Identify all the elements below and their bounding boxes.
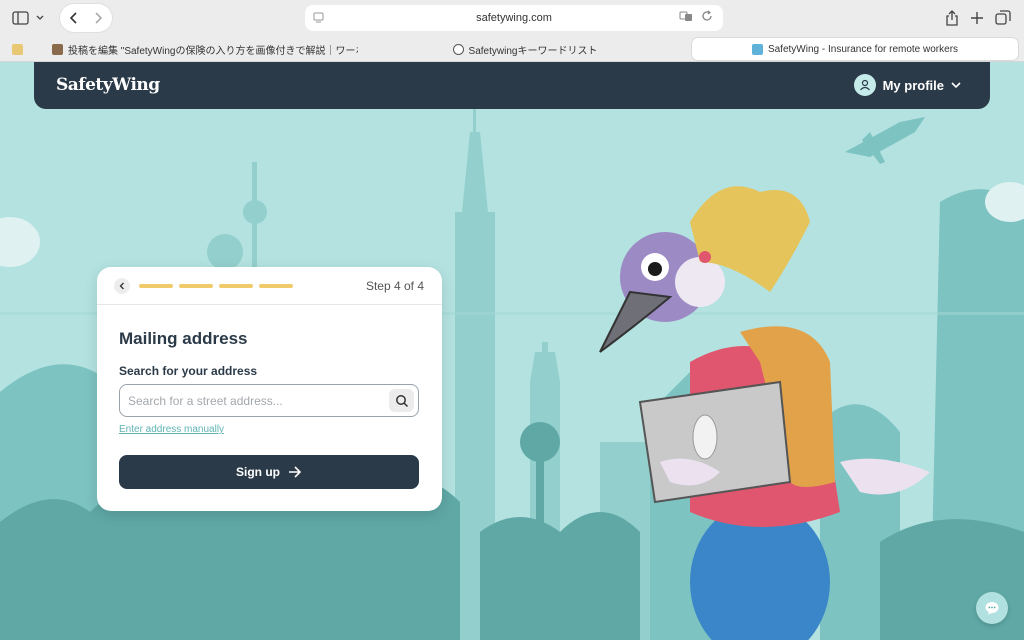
user-avatar-icon (853, 74, 876, 96)
nav-buttons (60, 4, 112, 32)
search-address-label: Search for your address (119, 364, 258, 378)
plus-icon (971, 12, 983, 24)
search-icon (395, 394, 408, 407)
openai-favicon-icon (452, 43, 464, 55)
progress-step-3 (219, 284, 253, 288)
sign-up-button[interactable]: Sign up (119, 455, 419, 489)
arrow-right-icon (289, 466, 302, 478)
address-search-input[interactable] (128, 392, 383, 410)
tab-bar: 投稿を編集 "SafetyWingの保険の入り方を画像付きで解説｜ワーホリで..… (0, 37, 1024, 61)
address-bar[interactable]: safetywing.com (305, 5, 723, 31)
progress-step-2 (179, 284, 213, 288)
chat-bubble-icon (985, 602, 999, 615)
chevron-right-icon (95, 12, 103, 24)
chat-support-button[interactable] (976, 592, 1008, 624)
tab-edit-post[interactable]: 投稿を編集 "SafetyWingの保険の入り方を画像付きで解説｜ワーホリで..… (52, 38, 358, 60)
url-text: safetywing.com (476, 12, 552, 24)
card-header: Step 4 of 4 (97, 267, 442, 305)
sidebar-toggle-button[interactable] (10, 9, 48, 27)
tab-title: 投稿を編集 "SafetyWingの保険の入り方を画像付きで解説｜ワーホリで..… (68, 45, 358, 57)
share-button[interactable] (944, 9, 960, 27)
translate-icon[interactable] (679, 10, 693, 22)
page-content: SafetyWing My profile Step 4 of 4 Mailin… (0, 62, 1024, 640)
chevron-left-icon (69, 12, 77, 24)
chevron-down-icon (951, 82, 961, 89)
tab-safetywing[interactable]: SafetyWing - Insurance for remote worker… (692, 38, 1018, 60)
pinned-tab[interactable] (6, 38, 28, 60)
sign-up-label: Sign up (236, 465, 280, 479)
reload-icon[interactable] (701, 10, 713, 22)
site-header: SafetyWing My profile (34, 62, 990, 109)
sidebar-icon (12, 11, 44, 25)
step-indicator: Step 4 of 4 (365, 279, 424, 293)
safetywing-logo[interactable]: SafetyWing (56, 75, 160, 95)
my-profile-menu[interactable]: My profile (853, 74, 962, 96)
wordpress-favicon-icon (52, 43, 63, 55)
page-menu-icon[interactable] (313, 11, 325, 26)
browser-toolbar: safetywing.com (0, 0, 1024, 36)
chevron-left-icon (119, 282, 124, 290)
progress-step-1 (139, 284, 173, 288)
search-button[interactable] (389, 389, 414, 412)
new-tab-button[interactable] (969, 9, 985, 27)
tab-title: Safetywingキーワードリスト (468, 45, 598, 57)
mailing-address-card: Step 4 of 4 Mailing address Search for y… (97, 267, 442, 511)
tabs-icon (995, 10, 1011, 25)
folder-icon (11, 43, 23, 55)
tab-keyword-list[interactable]: Safetywingキーワードリスト (360, 38, 690, 60)
browser-chrome: safetywing.com 投稿を編集 "SafetyWingの保険の入り方を… (0, 0, 1024, 62)
tab-overview-button[interactable] (994, 9, 1012, 27)
share-icon (946, 10, 958, 26)
enter-address-manually-link[interactable]: Enter address manually (119, 424, 224, 435)
safetywing-favicon-icon (751, 43, 763, 55)
address-search-field (119, 384, 419, 417)
back-button[interactable] (114, 278, 130, 294)
progress-step-4 (259, 284, 293, 288)
form-title: Mailing address (119, 329, 248, 348)
back-nav-button[interactable] (64, 9, 84, 27)
tab-title: SafetyWing - Insurance for remote worker… (767, 43, 959, 55)
forward-nav-button[interactable] (88, 9, 108, 27)
profile-label: My profile (882, 77, 944, 93)
